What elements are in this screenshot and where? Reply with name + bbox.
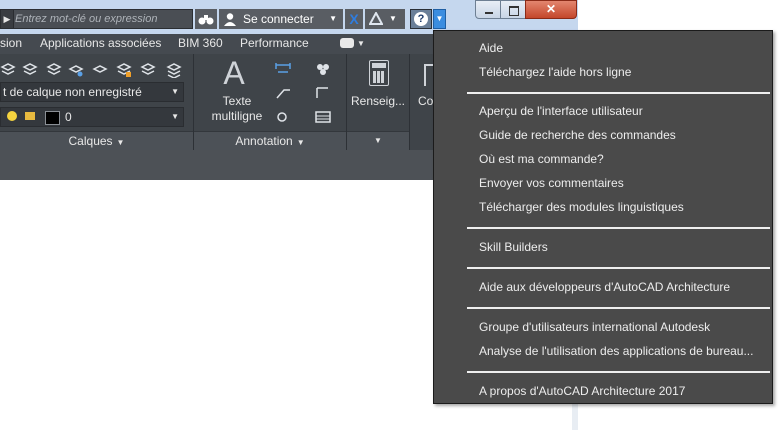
menu-separator [467,92,770,94]
ribbon-minimize-icon[interactable] [340,38,354,48]
tab-partial[interactable]: sion [0,34,22,54]
menu-item-ou-est-commande[interactable]: Où est ma commande? [479,151,604,167]
layer-tool-icon[interactable] [92,62,108,78]
tab-performance[interactable]: Performance [240,34,309,54]
renseignements-button[interactable]: Renseig... [347,94,409,108]
layer-state-dropdown[interactable]: t de calque non enregistré ▼ [0,82,184,102]
calculator-icon[interactable] [369,60,389,86]
binoculars-icon[interactable] [195,9,217,29]
menu-item-aide[interactable]: Aide [479,40,503,56]
minimize-button[interactable] [475,0,501,19]
menu-item-apercu-interface[interactable]: Aperçu de l'interface utilisateur [479,103,643,119]
menu-separator [467,227,770,229]
autodesk-a360-button[interactable]: ▼ [365,9,405,29]
layer-dropdown[interactable]: 0 ▼ [0,107,184,127]
dimension-icon[interactable] [274,62,292,76]
panel-calques: t de calque non enregistré ▼ 0 ▼ Calques… [0,54,194,150]
color-swatch [45,111,60,125]
help-dropdown-button[interactable]: ▼ [433,9,446,29]
chevron-down-icon: ▼ [171,112,179,121]
layer-tool-icon[interactable] [68,62,84,78]
menu-item-guide-recherche[interactable]: Guide de recherche des commandes [479,127,676,143]
menu-separator [467,267,770,269]
close-icon: ✕ [545,2,557,16]
tab-applications-associees[interactable]: Applications associées [40,34,161,54]
panel-title-annotation[interactable]: Annotation ▼ [194,131,346,150]
user-icon [224,13,236,26]
menu-item-analyse-utilisation[interactable]: Analyse de l'utilisation des application… [479,343,753,359]
search-box: ▶ [0,9,193,29]
search-expand-arrow-icon[interactable]: ▶ [1,10,14,28]
chevron-down-icon: ▼ [116,138,125,147]
panel-renseignements: Renseig... ▼ [347,54,410,150]
layer-tool-icon[interactable] [46,62,62,78]
maximize-button[interactable] [500,0,526,19]
menu-item-skill-builders[interactable]: Skill Builders [479,239,548,255]
layer-tool-icon[interactable] [22,62,38,78]
lock-icon [25,112,35,120]
help-question-icon: ? [414,12,428,26]
table-style-icon[interactable] [314,62,332,76]
minimize-icon [485,12,493,14]
chevron-down-icon[interactable]: ▼ [357,34,365,54]
table-icon[interactable] [314,110,332,124]
sign-in-label: Se connecter [243,12,314,26]
sign-in-button[interactable]: Se connecter ▼ [219,9,343,29]
help-button[interactable]: ? [410,9,432,29]
chevron-down-icon: ▼ [329,14,337,23]
menu-item-telecharger-aide[interactable]: Téléchargez l'aide hors ligne [479,64,631,80]
panel-title-label: Calques [68,134,113,148]
panel-expand-chevron-icon[interactable]: ▼ [347,131,409,150]
chevron-down-icon: ▼ [296,138,305,147]
menu-separator [467,307,770,309]
menu-item-aide-developpeurs[interactable]: Aide aux développeurs d'AutoCAD Architec… [479,279,730,295]
menu-item-envoyer-commentaires[interactable]: Envoyer vos commentaires [479,175,624,191]
sun-icon [7,111,17,121]
tab-bim-360[interactable]: BIM 360 [178,34,223,54]
maximize-icon [509,6,519,16]
layer-tool-icon[interactable] [116,62,132,78]
layer-tool-icon[interactable] [166,62,182,78]
layer-tool-icon[interactable] [0,62,16,78]
leader-icon[interactable] [274,86,292,100]
close-button[interactable]: ✕ [525,0,577,19]
multiline-text-button[interactable]: Texte multiligne [200,94,274,124]
menu-separator [467,371,770,373]
layer-state-value: t de calque non enregistré [3,85,142,99]
chevron-down-icon: ▼ [389,14,397,23]
layer-tool-icon[interactable] [140,62,156,78]
panel-annotation: A Texte multiligne Annotation ▼ [194,54,347,150]
chevron-down-icon: ▼ [171,87,179,96]
multiline-text-label-2: multiligne [211,109,263,123]
linear-dim-icon[interactable] [314,86,332,100]
search-input[interactable] [15,11,185,27]
a360-icon [369,12,383,25]
multiline-text-label-1: Texte [222,94,252,108]
menu-item-modules-linguistiques[interactable]: Télécharger des modules linguistiques [479,199,684,215]
next-panel-label[interactable]: Co [418,94,433,108]
menu-item-groupe-utilisateurs[interactable]: Groupe d'utilisateurs international Auto… [479,319,710,335]
panel-title-calques[interactable]: Calques ▼ [0,131,193,150]
exchange-apps-icon[interactable]: X [345,9,363,29]
multiline-text-icon[interactable]: A [216,56,252,90]
help-dropdown-menu: Aide Téléchargez l'aide hors ligne Aperç… [433,30,773,404]
layer-value: 0 [65,110,72,124]
layer-tools-row [0,62,193,80]
panel-title-label: Annotation [235,134,293,148]
menu-item-a-propos[interactable]: A propos d'AutoCAD Architecture 2017 [479,383,685,399]
annotation-tool-icon[interactable] [274,110,292,124]
